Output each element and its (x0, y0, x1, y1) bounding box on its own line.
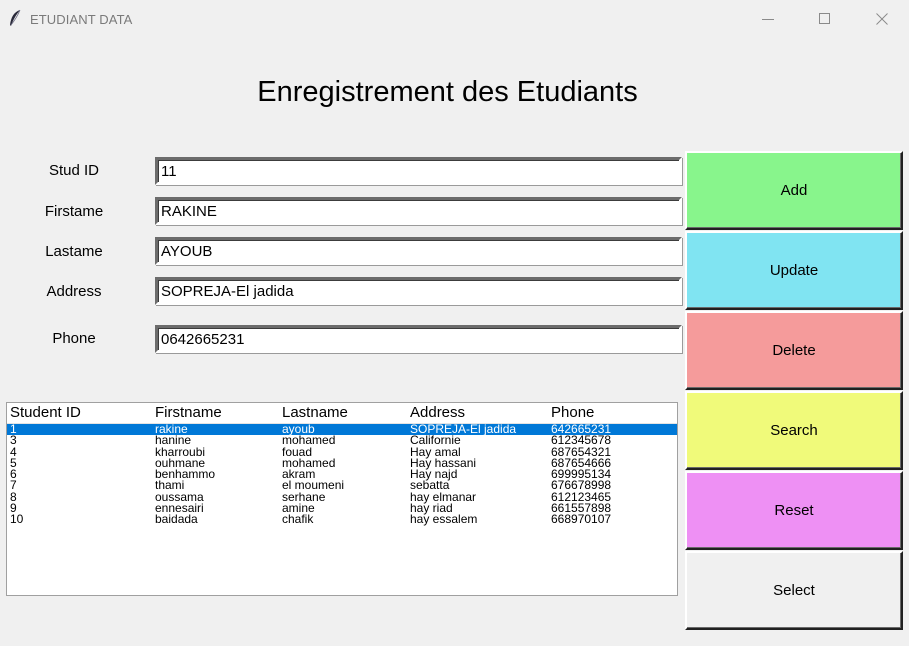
update-button[interactable]: Update (685, 231, 903, 310)
cell-student-id: 10 (10, 512, 24, 527)
page-title: Enregistrement des Etudiants (257, 76, 638, 108)
search-button[interactable]: Search (685, 391, 903, 470)
select-button[interactable]: Select (685, 551, 903, 630)
column-header-phone[interactable]: Phone (551, 404, 594, 421)
column-header-address[interactable]: Address (410, 404, 465, 421)
table-row[interactable]: 10 baidada chafik hay essalem 668970107 (7, 512, 677, 527)
address-label: Address (46, 283, 102, 300)
cell-firstname: baidada (155, 512, 198, 527)
window-titlebar: ETUDIANT DATA (0, 0, 909, 38)
column-header-lastname[interactable]: Lastname (282, 404, 348, 421)
delete-button[interactable]: Delete (685, 311, 903, 390)
minimize-icon (762, 19, 774, 20)
lastname-label: Lastame (45, 243, 103, 260)
maximize-button[interactable] (802, 0, 848, 38)
minimize-button[interactable] (745, 0, 791, 38)
firstname-label: Firstame (44, 203, 104, 220)
reset-button[interactable]: Reset (685, 471, 903, 550)
close-icon (876, 13, 888, 25)
add-button[interactable]: Add (685, 151, 903, 230)
maximize-icon (819, 13, 830, 24)
table-header: Student ID Firstname Lastname Address Ph… (7, 403, 677, 424)
stud-id-input[interactable] (155, 157, 682, 185)
close-button[interactable] (859, 0, 905, 38)
column-header-firstname[interactable]: Firstname (155, 404, 222, 421)
student-table[interactable]: Student ID Firstname Lastname Address Ph… (6, 402, 678, 596)
address-input[interactable] (155, 277, 682, 305)
window-title: ETUDIANT DATA (30, 12, 133, 27)
phone-input[interactable] (155, 325, 682, 353)
stud-id-label: Stud ID (48, 162, 100, 179)
cell-phone: 668970107 (551, 512, 612, 527)
feather-icon (10, 9, 21, 26)
cell-address: hay essalem (410, 512, 478, 527)
firstname-input[interactable] (155, 197, 682, 225)
cell-lastname: chafik (282, 512, 314, 527)
column-header-student-id[interactable]: Student ID (10, 404, 81, 421)
lastname-input[interactable] (155, 237, 682, 265)
phone-label: Phone (52, 330, 96, 347)
